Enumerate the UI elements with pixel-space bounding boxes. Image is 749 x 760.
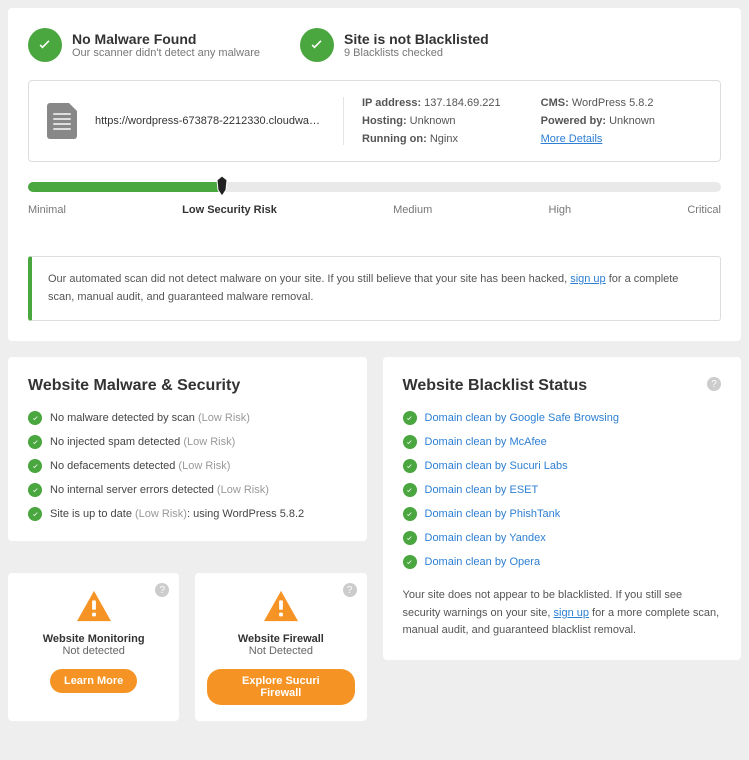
check-icon — [28, 507, 42, 521]
check-icon — [403, 483, 417, 497]
check-icon — [28, 435, 42, 449]
details-row: Website Malware & Security No malware de… — [8, 357, 741, 721]
blacklist-item[interactable]: Domain clean by Sucuri Labs — [403, 459, 722, 473]
running-value: Nginx — [430, 133, 458, 145]
security-item: Site is up to date (Low Risk): using Wor… — [28, 507, 347, 521]
risk-track — [28, 182, 721, 192]
risk-level-medium: Medium — [393, 204, 432, 216]
risk-labels: Minimal Low Security Risk Medium High Cr… — [28, 204, 721, 216]
security-title: Website Malware & Security — [28, 377, 347, 395]
status-row: No Malware Found Our scanner didn't dete… — [28, 28, 721, 62]
blacklist-title: Website Blacklist Status — [403, 377, 722, 395]
scan-note: Our automated scan did not detect malwar… — [28, 256, 721, 321]
ip-value: 137.184.69.221 — [424, 97, 500, 109]
site-meta: IP address: 137.184.69.221 Hosting: Unkn… — [362, 97, 655, 145]
malware-subtitle: Our scanner didn't detect any malware — [72, 47, 260, 59]
check-icon — [28, 411, 42, 425]
blacklist-status: Site is not Blacklisted 9 Blacklists che… — [300, 28, 489, 62]
risk-level-minimal: Minimal — [28, 204, 66, 216]
risk-meter: Minimal Low Security Risk Medium High Cr… — [28, 182, 721, 216]
blacklist-title: Site is not Blacklisted — [344, 31, 489, 47]
warning-icon — [262, 589, 300, 623]
signup-link[interactable]: sign up — [554, 607, 589, 619]
security-item: No malware detected by scan (Low Risk) — [28, 411, 347, 425]
malware-title: No Malware Found — [72, 31, 260, 47]
warning-icon — [75, 589, 113, 623]
more-details-link[interactable]: More Details — [541, 133, 603, 145]
check-icon — [403, 555, 417, 569]
explore-firewall-button[interactable]: Explore Sucuri Firewall — [207, 669, 354, 705]
hosting-label: Hosting: — [362, 115, 407, 127]
blacklist-desc: Your site does not appear to be blacklis… — [403, 587, 722, 640]
security-item: No internal server errors detected (Low … — [28, 483, 347, 497]
site-url: https://wordpress-673878-2212330.cloudwa… — [95, 115, 325, 127]
firewall-title: Website Firewall — [207, 633, 354, 645]
ip-label: IP address: — [362, 97, 421, 109]
blacklist-item[interactable]: Domain clean by Yandex — [403, 531, 722, 545]
hosting-value: Unknown — [410, 115, 456, 127]
check-icon — [403, 435, 417, 449]
blacklist-subtitle: 9 Blacklists checked — [344, 47, 489, 59]
blacklist-list: Domain clean by Google Safe Browsing Dom… — [403, 411, 722, 569]
check-icon — [403, 531, 417, 545]
help-icon[interactable]: ? — [155, 583, 169, 597]
blacklist-item[interactable]: Domain clean by Opera — [403, 555, 722, 569]
blacklist-item[interactable]: Domain clean by ESET — [403, 483, 722, 497]
risk-level-high: High — [549, 204, 572, 216]
check-icon — [403, 411, 417, 425]
check-icon — [403, 459, 417, 473]
firewall-sub: Not Detected — [207, 645, 354, 657]
firewall-card: ? Website Firewall Not Detected Explore … — [195, 573, 366, 721]
divider — [343, 97, 344, 145]
signup-link[interactable]: sign up — [570, 273, 605, 285]
powered-value: Unknown — [609, 115, 655, 127]
cms-value: WordPress 5.8.2 — [572, 97, 654, 109]
security-item: No injected spam detected (Low Risk) — [28, 435, 347, 449]
check-icon — [300, 28, 334, 62]
risk-pointer-icon — [216, 176, 228, 196]
check-icon — [28, 459, 42, 473]
monitoring-sub: Not detected — [20, 645, 167, 657]
blacklist-item[interactable]: Domain clean by Google Safe Browsing — [403, 411, 722, 425]
mini-cards-row: ? Website Monitoring Not detected Learn … — [8, 573, 367, 721]
blacklist-item[interactable]: Domain clean by McAfee — [403, 435, 722, 449]
risk-level-low: Low Security Risk — [182, 204, 277, 216]
blacklist-card: ? Website Blacklist Status Domain clean … — [383, 357, 742, 660]
risk-level-critical: Critical — [687, 204, 721, 216]
check-icon — [403, 507, 417, 521]
malware-status: No Malware Found Our scanner didn't dete… — [28, 28, 260, 62]
security-item: No defacements detected (Low Risk) — [28, 459, 347, 473]
security-list: No malware detected by scan (Low Risk) N… — [28, 411, 347, 521]
document-icon — [47, 103, 77, 139]
check-icon — [28, 483, 42, 497]
risk-fill — [28, 182, 222, 192]
blacklist-item[interactable]: Domain clean by PhishTank — [403, 507, 722, 521]
summary-card: No Malware Found Our scanner didn't dete… — [8, 8, 741, 341]
running-label: Running on: — [362, 133, 427, 145]
monitoring-card: ? Website Monitoring Not detected Learn … — [8, 573, 179, 721]
security-card: Website Malware & Security No malware de… — [8, 357, 367, 541]
monitoring-title: Website Monitoring — [20, 633, 167, 645]
cms-label: CMS: — [541, 97, 569, 109]
site-info-box: https://wordpress-673878-2212330.cloudwa… — [28, 80, 721, 162]
check-icon — [28, 28, 62, 62]
powered-label: Powered by: — [541, 115, 606, 127]
note-prefix: Our automated scan did not detect malwar… — [48, 273, 570, 285]
learn-more-button[interactable]: Learn More — [50, 669, 137, 693]
help-icon[interactable]: ? — [343, 583, 357, 597]
